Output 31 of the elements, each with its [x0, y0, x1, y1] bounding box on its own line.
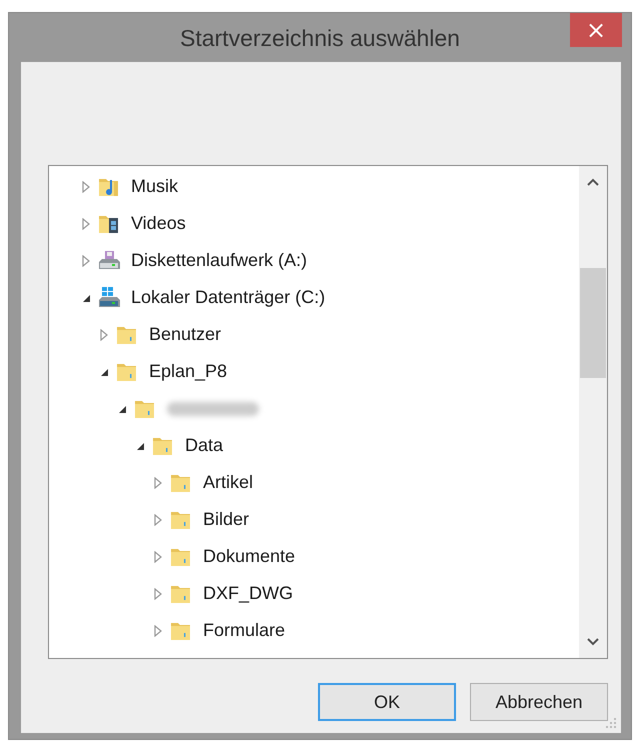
tree-item[interactable]: Bilder: [203, 509, 250, 530]
tree-item[interactable]: Videos: [131, 213, 186, 234]
expand-icon[interactable]: [153, 588, 163, 600]
expand-icon[interactable]: [153, 550, 163, 562]
tree-item[interactable]: Formulare: [203, 620, 286, 641]
tree-item[interactable]: Eplan_P8: [149, 361, 228, 382]
scroll-up-icon[interactable]: [587, 178, 599, 186]
ok-button[interactable]: OK: [318, 683, 456, 721]
expand-icon[interactable]: [153, 476, 163, 488]
expand-icon[interactable]: [81, 254, 91, 266]
tree-item[interactable]: Benutzer: [149, 324, 222, 345]
close-button[interactable]: ×: [570, 13, 622, 47]
hard-drive-icon: [97, 286, 121, 310]
scroll-down-icon[interactable]: [587, 638, 599, 646]
tree-item[interactable]: Artikel: [203, 472, 254, 493]
tree-item[interactable]: DXF_DWG: [203, 583, 293, 604]
scrollbar[interactable]: [579, 166, 607, 658]
expand-icon[interactable]: [81, 180, 91, 192]
tree-item[interactable]: Diskettenlaufwerk (A:): [131, 250, 308, 271]
window-title: Startverzeichnis auswählen: [180, 25, 460, 52]
tree-item[interactable]: Musik: [131, 176, 178, 197]
expand-icon[interactable]: [153, 624, 163, 636]
resize-grip-icon[interactable]: [605, 717, 617, 729]
cancel-button[interactable]: Abbrechen: [470, 683, 608, 721]
expand-icon[interactable]: [153, 514, 163, 526]
tree-item[interactable]: Lokaler Datenträger (C:): [131, 287, 326, 308]
scrollbar-thumb[interactable]: [580, 268, 606, 378]
expand-icon[interactable]: [99, 328, 109, 340]
expand-icon[interactable]: [81, 218, 91, 230]
tree-item[interactable]: Dokumente: [203, 546, 296, 567]
tree-item[interactable]: Data: [185, 435, 224, 456]
